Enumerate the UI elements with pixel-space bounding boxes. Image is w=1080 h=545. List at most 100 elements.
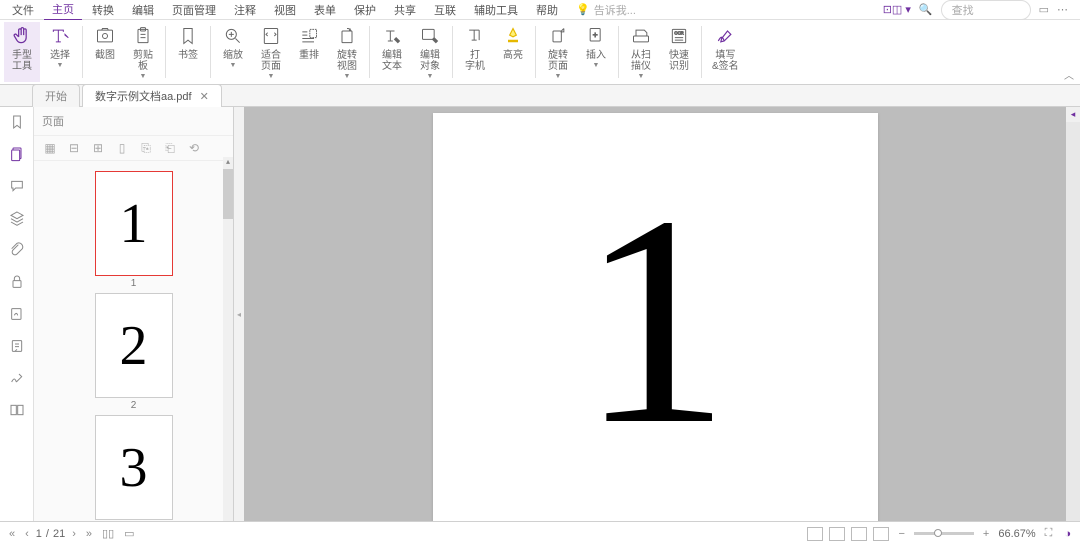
thumbnails-icon[interactable]: ▯▯	[99, 527, 117, 540]
thumb-add-icon[interactable]: ⎘	[138, 140, 154, 156]
thumb-tools: ▦ ⊟ ⊞ ▯ ⎘ ⎗ ⟲	[34, 136, 233, 161]
menu-file[interactable]: 文件	[4, 0, 42, 20]
zoom-value[interactable]: 66.67%	[998, 528, 1035, 540]
sign-rail-icon[interactable]	[8, 369, 26, 387]
ribbon-rotate-view[interactable]: 旋转视图 ▼	[329, 22, 365, 82]
ribbon-edit-object[interactable]: 编辑对象 ▼	[412, 22, 448, 82]
ribbon-select[interactable]: 选择 ▼	[42, 22, 78, 82]
pages-rail-icon[interactable]	[8, 145, 26, 163]
read-mode-icon[interactable]: ◑	[1061, 528, 1074, 540]
view-facing-cont-icon[interactable]	[873, 527, 889, 541]
thumb-menu-icon[interactable]: ▦	[42, 140, 58, 156]
attachment-rail-icon[interactable]	[8, 241, 26, 259]
thumb-page-1[interactable]: 1	[95, 171, 173, 276]
page-layout-icon[interactable]: ▭	[121, 527, 137, 540]
thumb-page-3[interactable]: 3	[95, 415, 173, 520]
next-page-icon[interactable]: ›	[69, 528, 79, 540]
menu-form[interactable]: 表单	[306, 0, 344, 20]
thumb-item[interactable]: 1 1	[95, 171, 173, 289]
ribbon-label: 剪贴板	[133, 50, 153, 72]
ribbon-fit-page[interactable]: 适合页面 ▼	[253, 22, 289, 82]
portfolio-rail-icon[interactable]	[8, 401, 26, 419]
menu-assist[interactable]: 辅助工具	[466, 0, 526, 20]
bookmark-rail-icon[interactable]	[8, 113, 26, 131]
zoom-out-button[interactable]: −	[895, 528, 907, 540]
ribbon-hand-tool[interactable]: 手型工具	[4, 22, 40, 82]
ribbon-collapse[interactable]: ︿	[1064, 67, 1074, 82]
zoom-in-button[interactable]: +	[980, 528, 992, 540]
chevron-left-icon[interactable]: ◂	[236, 299, 242, 329]
thumb-num: 2	[131, 400, 137, 411]
ribbon-fill-sign[interactable]: 填写&签名	[706, 22, 745, 82]
tab-start[interactable]: 开始	[32, 84, 80, 107]
thumb-replace-icon[interactable]: ⟲	[186, 140, 202, 156]
canvas-area[interactable]: 1	[244, 107, 1066, 521]
ribbon-rotate-page[interactable]: 旋转页面 ▼	[540, 22, 576, 82]
splitter[interactable]: ◂	[234, 107, 244, 521]
menu-annotate[interactable]: 注释	[226, 0, 264, 20]
chevron-down-icon: ▼	[230, 62, 237, 69]
signature-rail-icon[interactable]	[8, 305, 26, 323]
security-rail-icon[interactable]	[8, 273, 26, 291]
panel-title: 页面	[34, 107, 233, 136]
thumb-item[interactable]: 2 2	[95, 293, 173, 411]
ribbon-clipboard[interactable]: 剪贴板 ▼	[125, 22, 161, 82]
form-rail-icon[interactable]	[8, 337, 26, 355]
menu-convert[interactable]: 转换	[84, 0, 122, 20]
thumb-item[interactable]: 3	[95, 415, 173, 520]
menu-help[interactable]: 帮助	[528, 0, 566, 20]
close-icon[interactable]: ✕	[200, 90, 209, 103]
ribbon-reflow[interactable]: 重排	[291, 22, 327, 82]
ribbon-insert[interactable]: + 插入 ▼	[578, 22, 614, 82]
ribbon-highlight[interactable]: 高亮	[495, 22, 531, 82]
thumb-del-icon[interactable]: ⎗	[162, 140, 178, 156]
page-current[interactable]: 1	[36, 528, 42, 540]
view-toggle[interactable]: ⊡◫ ▾	[883, 3, 911, 16]
prev-page-icon[interactable]: ‹	[22, 528, 32, 540]
thumb-page-2[interactable]: 2	[95, 293, 173, 398]
comment-rail-icon[interactable]	[8, 177, 26, 195]
menu-share[interactable]: 共享	[386, 0, 424, 20]
tell-me[interactable]: 💡 告诉我...	[568, 2, 644, 18]
ribbon-collapse-icon[interactable]: ▭	[1039, 3, 1049, 16]
ribbon-label: 选择	[50, 50, 70, 61]
ribbon-typewriter[interactable]: 打字机	[457, 22, 493, 82]
view-single-icon[interactable]	[807, 527, 823, 541]
ribbon-label: 旋转页面	[548, 50, 568, 72]
menu-connect[interactable]: 互联	[426, 0, 464, 20]
thumb-zoom-in-icon[interactable]: ⊞	[90, 140, 106, 156]
search-input[interactable]: 查找	[941, 0, 1031, 20]
menu-view[interactable]: 视图	[266, 0, 304, 20]
fit-width-icon[interactable]: ⛶	[1042, 527, 1056, 540]
thumb-page-icon[interactable]: ▯	[114, 140, 130, 156]
menu-edit[interactable]: 编辑	[124, 0, 162, 20]
menu-home[interactable]: 主页	[44, 0, 82, 21]
ribbon-edit-text[interactable]: 编辑文本	[374, 22, 410, 82]
view-facing-icon[interactable]	[851, 527, 867, 541]
thumb-scrollbar[interactable]: ▴	[223, 157, 233, 521]
more-icon[interactable]: ⋯	[1057, 3, 1068, 16]
tab-document[interactable]: 数字示例文档aa.pdf ✕	[82, 84, 222, 107]
thumb-list[interactable]: 1 1 2 2 3	[34, 161, 233, 521]
ribbon-bookmark[interactable]: 书签	[170, 22, 206, 82]
ribbon-ocr[interactable]: OCR 快速识别	[661, 22, 697, 82]
slider-thumb[interactable]	[934, 529, 942, 537]
layers-rail-icon[interactable]	[8, 209, 26, 227]
ribbon-screenshot[interactable]: 截图	[87, 22, 123, 82]
scroll-up-icon[interactable]: ▴	[223, 157, 233, 169]
menu-protect[interactable]: 保护	[346, 0, 384, 20]
scroll-thumb[interactable]	[223, 169, 233, 219]
zoom-slider[interactable]	[914, 532, 974, 535]
right-scrollbar[interactable]	[1066, 122, 1080, 521]
ribbon-from-scanner[interactable]: 从扫描仪 ▼	[623, 22, 659, 82]
search-icon: 🔍	[919, 3, 933, 16]
ribbon-zoom[interactable]: 缩放 ▼	[215, 22, 251, 82]
menu-page-mgmt[interactable]: 页面管理	[164, 0, 224, 20]
view-continuous-icon[interactable]	[829, 527, 845, 541]
last-page-icon[interactable]: »	[83, 528, 95, 540]
first-page-icon[interactable]: «	[6, 528, 18, 540]
right-rail-expand[interactable]: ◂	[1069, 107, 1078, 122]
thumb-zoom-out-icon[interactable]: ⊟	[66, 140, 82, 156]
highlight-icon	[501, 24, 525, 48]
statusbar: « ‹ 1 / 21 › » ▯▯ ▭ − + 66.67% ⛶ ◑	[0, 521, 1080, 545]
